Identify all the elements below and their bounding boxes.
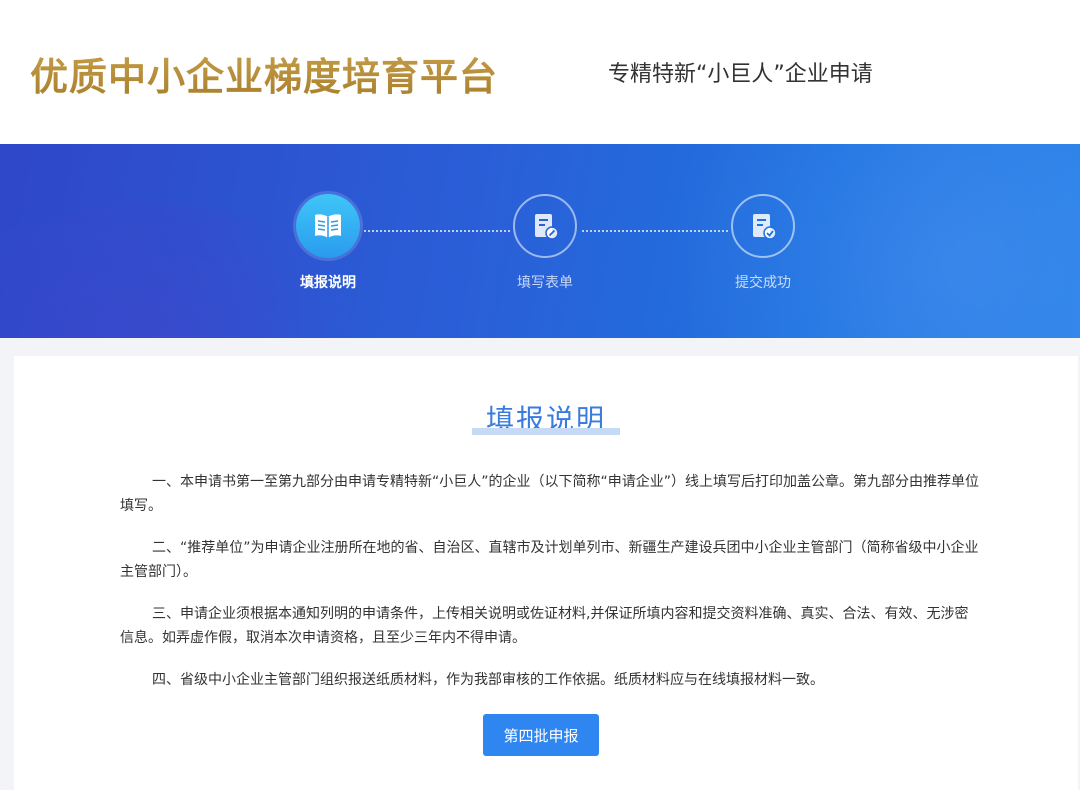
steps-banner: 填报说明 填写表单 提交成功 bbox=[0, 144, 1080, 338]
instruction-paragraph: 二、“推荐单位”为申请企业注册所在地的省、自治区、直辖市及计划单列市、新疆生产建… bbox=[120, 540, 979, 580]
step-label: 提交成功 bbox=[735, 275, 791, 291]
book-icon bbox=[296, 194, 360, 258]
document-check-icon bbox=[731, 194, 795, 258]
step-fill-form: 填写表单 bbox=[485, 194, 605, 292]
instruction-paragraph: 一、本申请书第一至第九部分由申请专精特新“小巨人”的企业（以下简称“申请企业”）… bbox=[120, 474, 980, 514]
step-submit-success: 提交成功 bbox=[703, 194, 823, 292]
instruction-paragraph: 四、省级中小企业主管部门组织报送纸质材料，作为我部审核的工作依据。纸质材料应与在… bbox=[152, 672, 824, 688]
form-edit-icon bbox=[513, 194, 577, 258]
instruction-paragraph: 三、申请企业须根据本通知列明的申请条件，上传相关说明或佐证材料,并保证所填内容和… bbox=[120, 606, 969, 646]
page-subtitle: 专精特新“小巨人”企业申请 bbox=[608, 62, 873, 87]
platform-title[interactable]: 优质中小企业梯度培育平台 bbox=[30, 46, 498, 101]
step-fill-instructions: 填报说明 bbox=[268, 194, 388, 292]
step-label: 填报说明 bbox=[300, 275, 356, 291]
title-underline bbox=[472, 428, 620, 435]
fourth-batch-apply-button[interactable]: 第四批申报 bbox=[483, 714, 599, 756]
site-header: 优质中小企业梯度培育平台 专精特新“小巨人”企业申请 bbox=[0, 0, 1080, 144]
step-label: 填写表单 bbox=[517, 275, 573, 291]
instructions-card: 填报说明 一、本申请书第一至第九部分由申请专精特新“小巨人”的企业（以下简称“申… bbox=[14, 356, 1078, 790]
